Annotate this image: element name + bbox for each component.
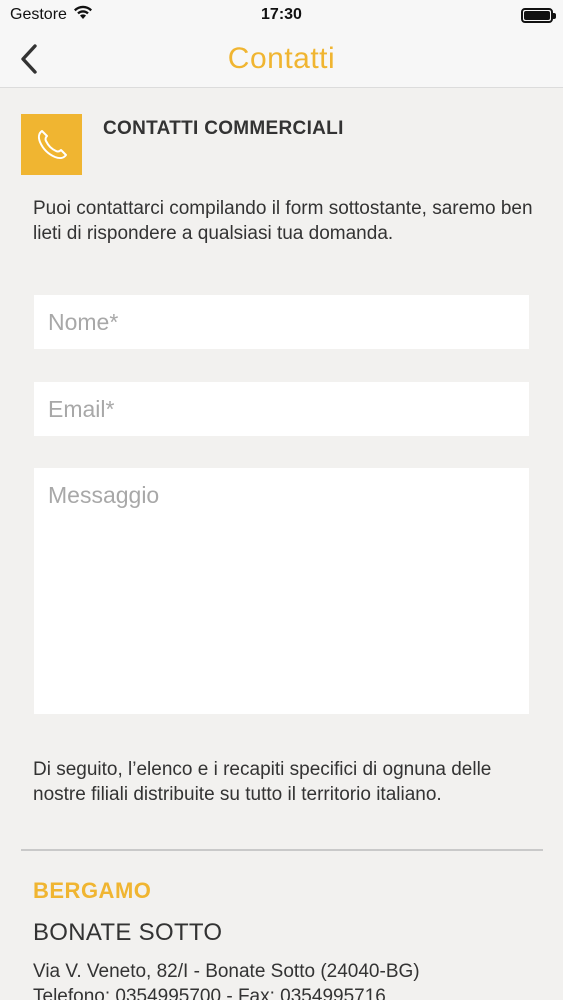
section-header: CONTATTI COMMERCIALI — [21, 114, 343, 175]
name-input[interactable] — [34, 295, 529, 349]
nav-bar: Contatti — [0, 30, 563, 88]
branches-intro-text: Di seguito, l’elenco e i recapiti specif… — [33, 759, 492, 805]
page-title: Contatti — [227, 41, 336, 75]
branch-address: Via V. Veneto, 82/I - Bonate Sotto (2404… — [33, 961, 420, 982]
battery-fill — [524, 10, 550, 20]
section-title: CONTATTI COMMERCIALI — [103, 118, 344, 139]
chevron-left-icon — [21, 44, 37, 74]
battery-icon — [521, 7, 556, 23]
back-button[interactable] — [14, 42, 44, 76]
branch-phone[interactable]: Telefono: 0354995700 - Fax: 0354995716 — [33, 984, 543, 1000]
branch-city: BERGAMO — [33, 878, 152, 903]
wifi-icon — [73, 5, 93, 25]
intro-text: Puoi contattarci compilando il form sott… — [33, 198, 533, 244]
phone-icon — [21, 114, 82, 175]
email-input[interactable] — [34, 382, 529, 436]
status-left: Gestore — [10, 5, 93, 25]
branch-address-block: Via V. Veneto, 82/I - Bonate Sotto (2404… — [33, 959, 543, 1000]
carrier-label: Gestore — [10, 6, 67, 23]
message-input[interactable] — [34, 468, 529, 714]
branch-name: BONATE SOTTO — [33, 919, 223, 946]
divider — [21, 849, 543, 851]
status-bar: Gestore 17:30 — [0, 0, 563, 30]
